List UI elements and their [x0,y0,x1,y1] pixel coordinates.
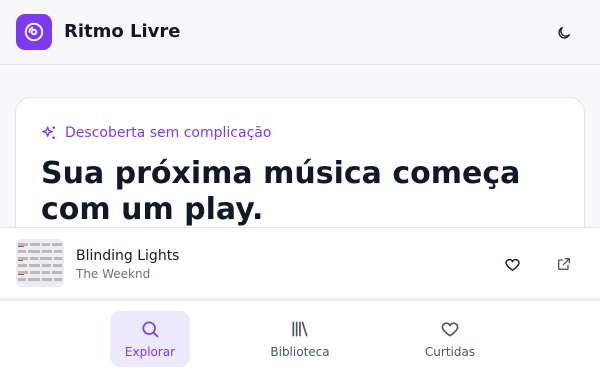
theme-toggle-button[interactable] [548,17,580,49]
nav-item-curtidas[interactable]: Curtidas [410,311,490,367]
now-playing-bar[interactable]: Blinding Lights The Weeknd [0,227,600,301]
hero-eyebrow-text: Descoberta sem complicação [65,125,272,141]
moon-icon [558,27,570,39]
external-link-icon [558,258,570,270]
disc-icon[interactable] [16,14,52,50]
search-icon [142,321,159,338]
nav-label-curtidas: Curtidas [424,345,476,359]
nav-item-explorar[interactable]: Explorar [110,311,190,367]
track-artist[interactable]: The Weeknd [76,266,150,282]
album-cover[interactable] [16,239,64,287]
hero-eyebrow: Descoberta sem complicação [41,124,271,142]
open-external-button[interactable] [548,248,580,280]
nav-label-biblioteca: Biblioteca [270,345,330,359]
heart-icon [504,258,520,271]
nav-label-explorar: Explorar [124,345,176,359]
app-header: Ritmo Livre [0,0,600,65]
nav-item-biblioteca[interactable]: Biblioteca [260,311,340,367]
heart-icon [441,322,459,337]
bottom-nav: Explorar Biblioteca Curtidas [0,301,600,375]
app-title: Ritmo Livre [64,21,181,42]
sparkles-icon [42,126,55,139]
library-icon [292,321,308,337]
hero-headline: Sua próxima música começa com um play. [41,156,521,227]
track-title[interactable]: Blinding Lights [76,247,179,265]
like-button[interactable] [496,248,528,280]
